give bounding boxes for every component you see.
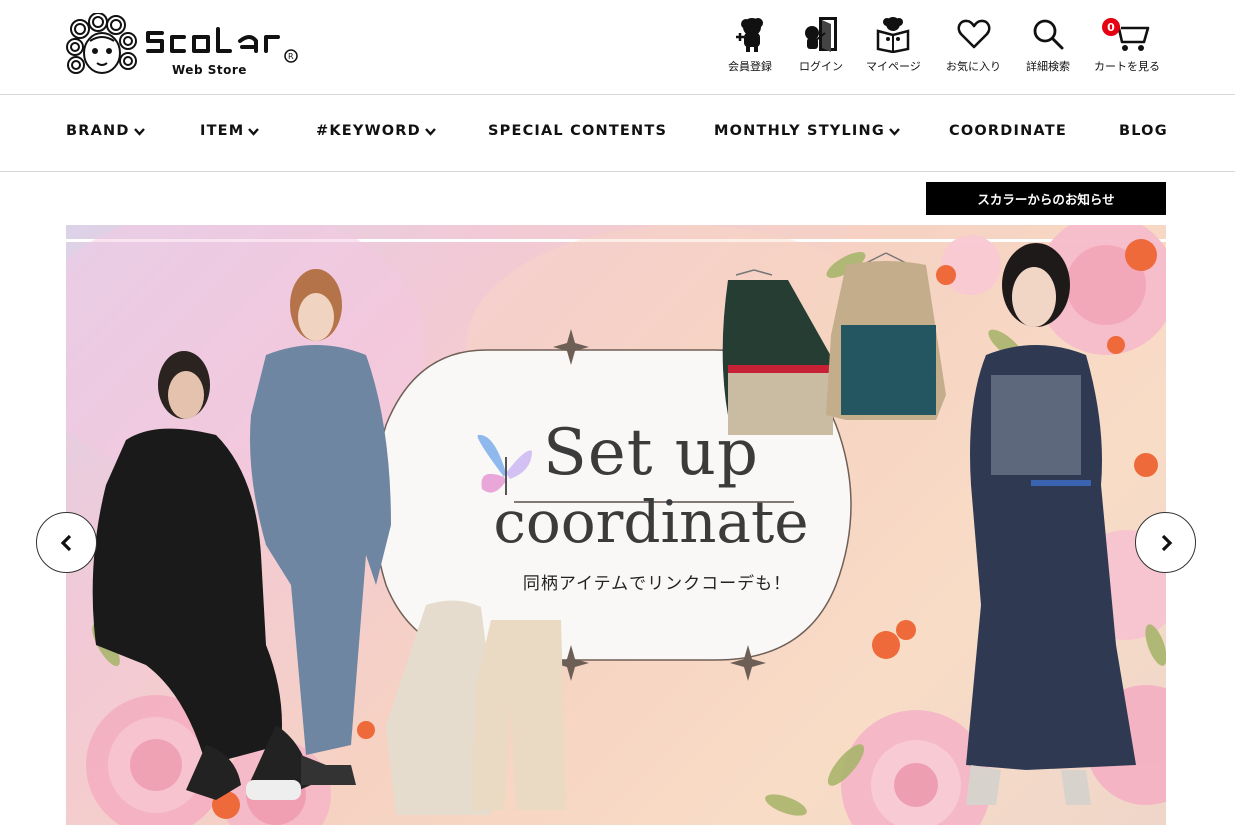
chevron-left-icon [60, 534, 71, 551]
mypage-icon [873, 14, 913, 54]
register-link[interactable]: 会員登録 [728, 14, 772, 74]
carousel-next-button[interactable] [1135, 512, 1196, 573]
banner-title-line1: Set up [543, 416, 759, 490]
detail-search-label: 詳細検索 [1026, 60, 1070, 73]
svg-text:R: R [288, 52, 294, 61]
login-link[interactable]: ログイン [799, 14, 843, 74]
nav-brand-label: BRAND [66, 123, 130, 139]
chevron-down-icon [889, 127, 900, 136]
banner-title-line2: coordinate [493, 488, 809, 556]
nav-brand[interactable]: BRAND [66, 123, 146, 139]
nav-item-label: ITEM [200, 123, 245, 139]
site-logo[interactable]: R Web Store [66, 13, 316, 83]
login-door-icon [801, 14, 841, 54]
jacket-on-hanger [826, 252, 946, 420]
banner-subtitle: 同柄アイテムでリンクコーデも！ [522, 574, 792, 594]
chevron-down-icon [248, 127, 260, 136]
nav-monthly-styling[interactable]: MONTHLY STYLING [714, 123, 901, 139]
favorites-label: お気に入り [946, 60, 1001, 73]
hero-banner[interactable]: Set up coordinate 同柄アイテムでリンクコーデも！ [66, 225, 1166, 825]
logo-wordmark: R [146, 27, 298, 63]
nav-monthly-styling-label: MONTHLY STYLING [714, 123, 885, 139]
chevron-down-icon [133, 127, 145, 136]
banner-title: Set up coordinate [486, 421, 816, 551]
detail-search-link[interactable]: 詳細検索 [1026, 14, 1070, 74]
heart-icon [954, 14, 994, 54]
news-button[interactable]: スカラーからのお知らせ [926, 182, 1166, 215]
logo-subtitle: Web Store [172, 63, 247, 77]
chevron-right-icon [1161, 534, 1172, 551]
nav-blog-label: BLOG [1119, 123, 1168, 139]
logo-face-icon [66, 13, 137, 74]
register-label: 会員登録 [728, 60, 772, 73]
nav-keyword-label: #KEYWORD [316, 123, 421, 139]
nav-item[interactable]: ITEM [200, 123, 260, 139]
site-header: R Web Store 会員登録 ログイン マイページ お気に入り 詳細検索 0… [0, 0, 1235, 95]
favorites-link[interactable]: お気に入り [946, 14, 1001, 74]
mypage-link[interactable]: マイページ [866, 14, 921, 74]
nav-keyword[interactable]: #KEYWORD [316, 123, 437, 139]
nav-blog[interactable]: BLOG [1119, 123, 1168, 139]
cart-icon: 0 [1100, 14, 1154, 54]
nav-coordinate[interactable]: COORDINATE [949, 123, 1067, 139]
cart-count-badge: 0 [1102, 18, 1120, 36]
main-nav: BRAND ITEM #KEYWORD SPECIAL CONTENTS MON… [0, 95, 1235, 172]
login-label: ログイン [799, 60, 843, 73]
register-icon [730, 14, 770, 54]
cart-label: カートを見る [1094, 60, 1160, 73]
search-icon [1028, 14, 1068, 54]
nav-coordinate-label: COORDINATE [949, 123, 1067, 139]
carousel-prev-button[interactable] [36, 512, 97, 573]
nav-special-contents[interactable]: SPECIAL CONTENTS [488, 123, 667, 139]
mypage-label: マイページ [866, 60, 921, 73]
cart-link[interactable]: 0 カートを見る [1094, 14, 1160, 74]
nav-special-contents-label: SPECIAL CONTENTS [488, 123, 668, 139]
chevron-down-icon [425, 127, 436, 136]
pants-on-hanger [471, 620, 566, 810]
